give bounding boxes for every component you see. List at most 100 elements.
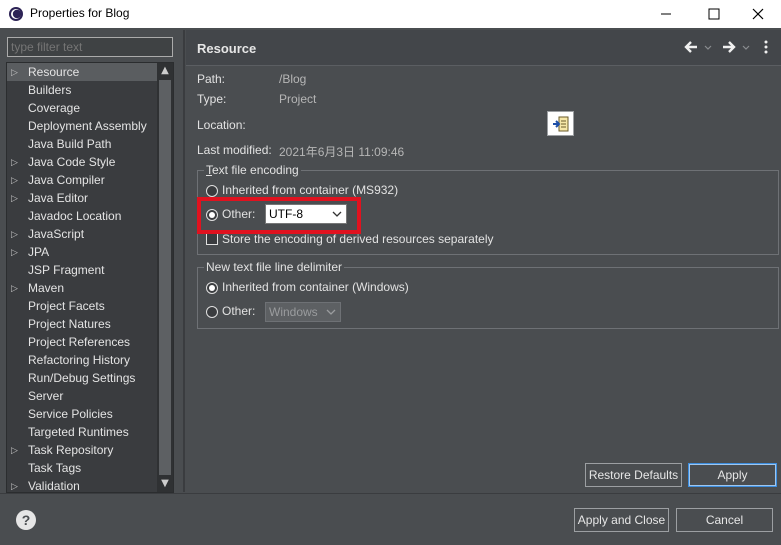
minimize-icon [661, 13, 671, 15]
tree-item[interactable]: ▷ JavaScript [7, 225, 157, 243]
show-in-explorer-button[interactable] [547, 111, 574, 136]
expand-arrow-icon[interactable]: ▷ [11, 189, 18, 207]
location-label: Location: [197, 118, 246, 132]
maximize-button[interactable] [691, 0, 737, 28]
filter-input[interactable] [7, 37, 173, 57]
last-modified-value: 2021年6月3日 11:09:46 [279, 145, 405, 159]
tree-item[interactable]: ▷ Resource [7, 63, 157, 81]
delimiter-inherited-radio[interactable] [206, 282, 218, 294]
delimiter-combo[interactable]: Windows [265, 302, 341, 322]
forward-arrow-icon[interactable] [721, 39, 737, 55]
forward-menu-chevron-icon[interactable] [741, 39, 751, 55]
tree-item-label: Java Build Path [28, 137, 112, 151]
tree-item[interactable]: Project References [7, 333, 157, 351]
encoding-inherited-label[interactable]: Inherited from container (MS932) [222, 183, 398, 197]
tree-item[interactable]: Server [7, 387, 157, 405]
expand-arrow-icon[interactable]: ▷ [11, 243, 18, 261]
tree-item[interactable]: Targeted Runtimes [7, 423, 157, 441]
pane-splitter[interactable] [183, 30, 185, 492]
tree-item[interactable]: Coverage [7, 99, 157, 117]
expand-arrow-icon[interactable]: ▷ [11, 477, 18, 492]
path-value: /Blog [279, 72, 307, 86]
help-icon[interactable]: ? [16, 510, 36, 530]
type-value: Project [279, 92, 317, 106]
store-derived-encoding-label[interactable]: Store the encoding of derived resources … [222, 232, 494, 246]
expand-arrow-icon[interactable]: ▷ [11, 279, 18, 297]
tree-item-label: Validation [28, 479, 80, 493]
apply-button[interactable]: Apply [688, 463, 777, 487]
tree-item-label: Java Editor [28, 191, 89, 205]
category-tree[interactable]: ▷ Validation Task Tags ▷ Task Repository Targ… [6, 62, 174, 493]
tree-item-label: JPA [28, 245, 50, 259]
tree-item[interactable]: Task Tags [7, 459, 157, 477]
tree-item[interactable]: ▷ JPA [7, 243, 157, 261]
annotation-highlight-box [197, 197, 361, 234]
store-derived-encoding-checkbox[interactable] [206, 233, 218, 245]
cancel-button[interactable]: Cancel [676, 508, 773, 532]
scroll-thumb[interactable] [159, 80, 171, 475]
tree-item-label: Project Facets [28, 299, 105, 313]
tree-item[interactable]: Java Build Path [7, 135, 157, 153]
expand-arrow-icon[interactable]: ▷ [11, 63, 18, 81]
close-icon [752, 8, 764, 20]
back-menu-chevron-icon[interactable] [703, 39, 713, 55]
tree-item[interactable]: JSP Fragment [7, 261, 157, 279]
expand-arrow-icon[interactable]: ▷ [11, 225, 18, 243]
tree-item[interactable]: Service Policies [7, 405, 157, 423]
delimiter-other-radio[interactable] [206, 306, 218, 318]
page-title: Resource [197, 41, 257, 56]
eclipse-icon [9, 7, 23, 21]
tree-item[interactable]: Run/Debug Settings [7, 369, 157, 387]
tree-item[interactable]: ▷ Java Code Style [7, 153, 157, 171]
expand-arrow-icon[interactable]: ▷ [11, 153, 18, 171]
tree-item[interactable]: Project Facets [7, 297, 157, 315]
tree-item[interactable]: Builders [7, 81, 157, 99]
scroll-up-icon[interactable]: ▲ [157, 63, 173, 79]
expand-arrow-icon[interactable]: ▷ [11, 171, 18, 189]
tree-item-label: Refactoring History [28, 353, 131, 367]
tree-item-label: Service Policies [28, 407, 113, 421]
tree-item[interactable]: Javadoc Location [7, 207, 157, 225]
tree-item-label: JavaScript [28, 227, 85, 241]
line-delimiter-group: New text file line delimiter Inherited f… [197, 260, 779, 329]
tree-item[interactable]: ▷ Maven [7, 279, 157, 297]
scroll-down-icon[interactable]: ▼ [157, 476, 173, 492]
page-header: Resource [186, 30, 781, 66]
chevron-down-icon [326, 309, 336, 315]
last-modified-label: Last modified: [197, 143, 272, 157]
tree-item[interactable]: Deployment Assembly [7, 117, 157, 135]
tree-item-label: Server [28, 389, 64, 403]
delimiter-combo-value: Windows [269, 305, 318, 319]
maximize-icon [708, 8, 720, 20]
back-arrow-icon[interactable] [683, 39, 699, 55]
encoding-inherited-radio[interactable] [206, 185, 218, 197]
delimiter-other-label[interactable]: Other: [222, 304, 255, 318]
tree-item[interactable]: Refactoring History [7, 351, 157, 369]
tree-item-label: Project Natures [28, 317, 111, 331]
delimiter-inherited-label[interactable]: Inherited from container (Windows) [222, 280, 409, 294]
apply-and-close-button[interactable]: Apply and Close [574, 508, 669, 532]
more-options-icon[interactable] [762, 39, 770, 55]
path-label: Path: [197, 72, 226, 86]
encoding-group-title: Text file encoding [204, 163, 301, 177]
type-label: Type: [197, 92, 227, 106]
window-title: Properties for Blog [30, 6, 130, 20]
tree-item[interactable]: ▷ Task Repository [7, 441, 157, 459]
tree-item-label: JSP Fragment [28, 263, 105, 277]
restore-defaults-button[interactable]: Restore Defaults [585, 463, 682, 487]
tree-item-label: Resource [28, 65, 80, 79]
tree-item[interactable]: ▷ Java Compiler [7, 171, 157, 189]
tree-item-label: Coverage [28, 101, 81, 115]
tree-scrollbar[interactable]: ▲ ▼ [157, 63, 173, 492]
expand-arrow-icon[interactable]: ▷ [11, 441, 18, 459]
tree-item-label: Java Code Style [28, 155, 116, 169]
tree-item[interactable]: Project Natures [7, 315, 157, 333]
page-content: Path: /Blog Type: Project Location: Last… [186, 66, 781, 492]
show-in-system-explorer-icon [553, 116, 569, 132]
close-button[interactable] [735, 0, 781, 28]
tree-item[interactable]: ▷ Validation [7, 477, 157, 493]
minimize-button[interactable] [643, 0, 689, 28]
tree-item-label: Deployment Assembly [28, 119, 147, 133]
title-bar: Properties for Blog [0, 0, 781, 28]
tree-item[interactable]: ▷ Java Editor [7, 189, 157, 207]
